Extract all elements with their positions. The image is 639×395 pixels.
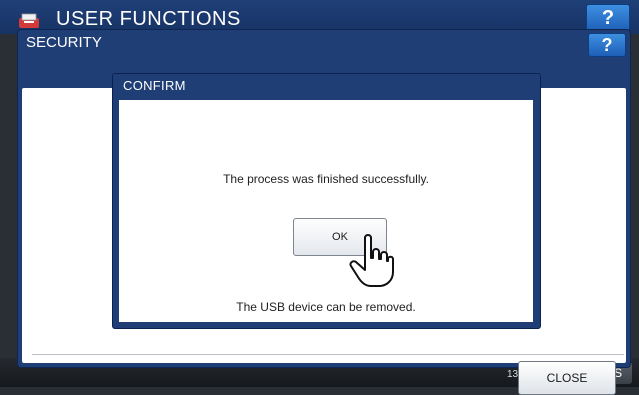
copier-icon — [19, 13, 39, 28]
usb-note: The USB device can be removed. — [236, 300, 416, 314]
page-title: USER FUNCTIONS — [56, 8, 241, 30]
security-title: SECURITY — [26, 34, 102, 51]
user-functions-header: USER FUNCTIONS ? — [0, 0, 639, 34]
confirm-title: CONFIRM — [123, 78, 186, 93]
divider — [32, 354, 624, 355]
security-help-button[interactable]: ? — [588, 33, 626, 57]
help-button[interactable]: ? — [586, 4, 630, 32]
success-message: The process was finished successfully. — [223, 172, 429, 186]
hand-pointer-icon — [349, 234, 394, 287]
security-titlebar: SECURITY ? — [18, 30, 630, 57]
close-button[interactable]: CLOSE — [518, 361, 616, 395]
confirm-body: The process was finished successfully. O… — [119, 100, 533, 322]
confirm-dialog: CONFIRM The process was finished success… — [113, 74, 540, 328]
